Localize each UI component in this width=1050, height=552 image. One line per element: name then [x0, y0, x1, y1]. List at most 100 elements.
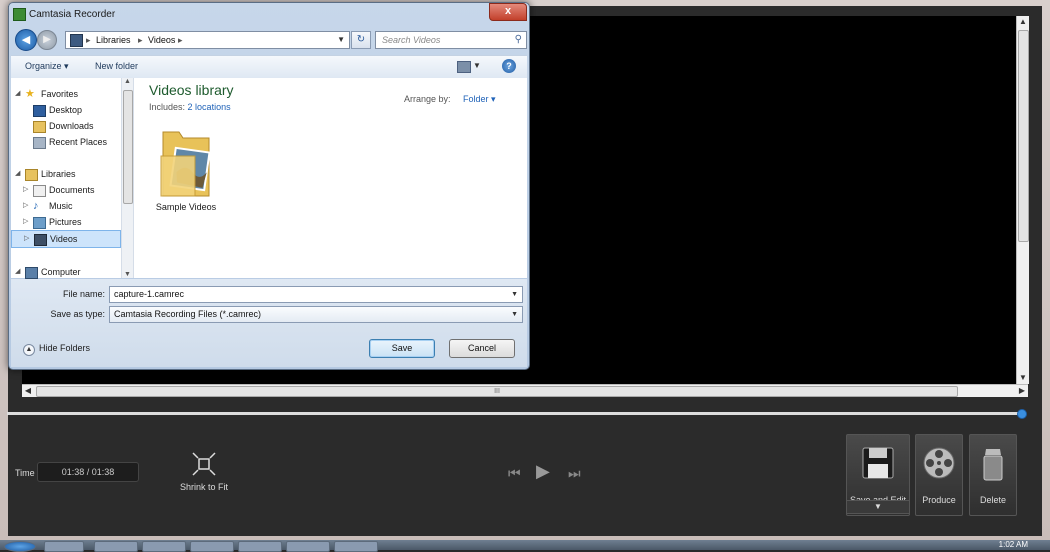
view-dropdown-icon[interactable]: ▼ [473, 61, 481, 70]
taskbar-app-firefox-icon[interactable] [142, 541, 186, 552]
close-button[interactable]: x [489, 3, 527, 21]
nav-pane-scrollbar[interactable]: ▲ ▼ [121, 78, 133, 278]
nav-libraries[interactable]: ◢ Libraries [11, 166, 119, 182]
library-includes: Includes: 2 locations [149, 102, 231, 112]
nav-videos[interactable]: ▷ Videos [11, 230, 121, 248]
back-arrow-icon[interactable]: ◀ [15, 29, 37, 51]
shrink-to-fit-label: Shrink to Fit [179, 482, 228, 492]
nav-computer-label: Computer [41, 267, 81, 277]
file-list-pane: Videos library Includes: 2 locations Arr… [134, 78, 527, 278]
nav-favorites-label: Favorites [41, 89, 79, 99]
scroll-down-arrow-icon[interactable]: ▼ [1017, 372, 1029, 384]
delete-button[interactable]: Delete [969, 434, 1017, 516]
taskbar-app-ie-icon[interactable] [44, 541, 84, 552]
search-input[interactable]: Search Videos ⚲ [375, 31, 527, 49]
collapse-arrow-icon[interactable]: ▷ [23, 182, 28, 198]
breadcrumb-videos[interactable]: Videos [148, 33, 175, 47]
arrange-by: Arrange by: Folder ▾ [404, 94, 496, 105]
nav-scroll-thumb[interactable] [123, 90, 133, 204]
collapse-arrow-icon[interactable]: ▷ [24, 231, 29, 247]
preview-vertical-scrollbar[interactable]: ▲ ▼ [1016, 16, 1029, 384]
shrink-to-fit-button[interactable]: Shrink to Fit [176, 452, 232, 492]
windows-taskbar [0, 540, 1050, 552]
nav-recent-places[interactable]: Recent Places [11, 134, 119, 150]
nav-recent-label: Recent Places [49, 137, 108, 147]
hide-folders-label: Hide Folders [39, 343, 91, 353]
fast-forward-icon[interactable]: ⏭ [568, 465, 581, 482]
save-as-type-label: Save as type: [50, 309, 105, 319]
navigation-bar: ◀ ▶ ▸ Libraries ▸ Videos ▸ ▼ ↻ Search Vi… [13, 29, 527, 53]
horizontal-scroll-thumb[interactable]: III [36, 386, 958, 397]
start-button-icon[interactable] [4, 541, 36, 552]
forward-arrow-icon[interactable]: ▶ [37, 30, 57, 50]
playhead-knob[interactable] [1017, 409, 1027, 419]
breadcrumb-libraries[interactable]: Libraries [96, 33, 131, 47]
save-and-edit-dropdown[interactable]: ▼ [846, 500, 910, 514]
taskbar-app-explorer-icon[interactable] [94, 541, 138, 552]
scroll-down-arrow-icon[interactable]: ▼ [122, 271, 133, 278]
taskbar-app-5-icon[interactable] [286, 541, 330, 552]
library-icon [70, 34, 83, 47]
breadcrumb-separator-icon: ▸ [178, 35, 183, 45]
save-fields-panel: File name: capture-1.camrec ▼ Save as ty… [11, 279, 527, 367]
chevron-up-icon: ▲ [23, 344, 35, 356]
save-as-type-select[interactable]: Camtasia Recording Files (*.camrec) ▼ [109, 306, 523, 323]
expand-arrow-icon[interactable]: ◢ [15, 166, 20, 182]
rewind-icon[interactable]: ⏮ [508, 465, 521, 482]
search-icon[interactable]: ⚲ [515, 32, 522, 48]
hide-folders-button[interactable]: ▲ Hide Folders [23, 343, 90, 356]
breadcrumb-separator-icon: ▸ [86, 35, 91, 45]
nav-computer[interactable]: ◢ Computer [11, 264, 119, 280]
save-button[interactable]: Save [369, 339, 435, 358]
nav-music[interactable]: ▷ ♪ Music [11, 198, 119, 214]
save-dialog: Camtasia Recorder x ◀ ▶ ▸ Libraries ▸ Vi… [8, 2, 530, 370]
folder-item-sample-videos[interactable]: Sample Videos [146, 126, 226, 212]
playback-progress-bar[interactable] [7, 409, 1027, 419]
taskbar-app-media-icon[interactable] [190, 541, 234, 552]
address-dropdown-icon[interactable]: ▼ [337, 33, 345, 47]
scroll-up-arrow-icon[interactable]: ▲ [122, 78, 133, 85]
preview-horizontal-scrollbar[interactable]: ◀ III ▶ [22, 384, 1028, 397]
expand-arrow-icon[interactable]: ◢ [15, 86, 20, 102]
produce-button[interactable]: Produce [915, 434, 963, 516]
music-note-icon: ♪ [33, 200, 39, 212]
nav-favorites[interactable]: ◢ ★ Favorites [11, 86, 119, 102]
folder-item-label: Sample Videos [155, 202, 217, 212]
cancel-button[interactable]: Cancel [449, 339, 515, 358]
vertical-scroll-thumb[interactable] [1018, 30, 1029, 242]
nav-desktop-label: Desktop [49, 105, 83, 115]
play-icon[interactable]: ▶ [536, 461, 550, 482]
nav-documents[interactable]: ▷ Documents [11, 182, 119, 198]
collapse-arrow-icon[interactable]: ▷ [23, 214, 28, 230]
scroll-up-arrow-icon[interactable]: ▲ [1017, 16, 1029, 28]
scroll-left-arrow-icon[interactable]: ◀ [22, 385, 34, 397]
save-as-type-dropdown-icon[interactable]: ▼ [511, 307, 518, 322]
nav-desktop[interactable]: Desktop [11, 102, 119, 118]
locations-link[interactable]: 2 locations [188, 102, 231, 112]
address-bar[interactable]: ▸ Libraries ▸ Videos ▸ ▼ [65, 31, 350, 49]
organize-button[interactable]: Organize ▾ [25, 61, 69, 72]
refresh-icon[interactable]: ↻ [351, 31, 371, 49]
view-options-icon[interactable] [457, 61, 471, 73]
file-name-dropdown-icon[interactable]: ▼ [511, 287, 518, 302]
nav-music-label: Music [49, 201, 73, 211]
libraries-icon [25, 169, 38, 181]
scroll-right-arrow-icon[interactable]: ▶ [1016, 385, 1028, 397]
new-folder-button[interactable]: New folder [95, 61, 138, 71]
trash-can-icon [973, 443, 1013, 483]
folder-icon [159, 126, 213, 198]
taskbar-app-6-icon[interactable] [334, 541, 378, 552]
desktop-icon [33, 105, 46, 117]
arrange-by-dropdown[interactable]: Folder ▾ [463, 94, 496, 104]
help-icon[interactable]: ? [502, 59, 516, 73]
file-name-input[interactable]: capture-1.camrec ▼ [109, 286, 523, 303]
library-title: Videos library [149, 82, 234, 98]
nav-pictures[interactable]: ▷ Pictures [11, 214, 119, 230]
taskbar-app-camtasia-icon[interactable] [238, 541, 282, 552]
recent-places-icon [33, 137, 46, 149]
documents-icon [33, 185, 46, 197]
includes-label: Includes: [149, 102, 186, 112]
expand-arrow-icon[interactable]: ◢ [15, 264, 20, 280]
collapse-arrow-icon[interactable]: ▷ [23, 198, 28, 214]
nav-downloads[interactable]: Downloads [11, 118, 119, 134]
